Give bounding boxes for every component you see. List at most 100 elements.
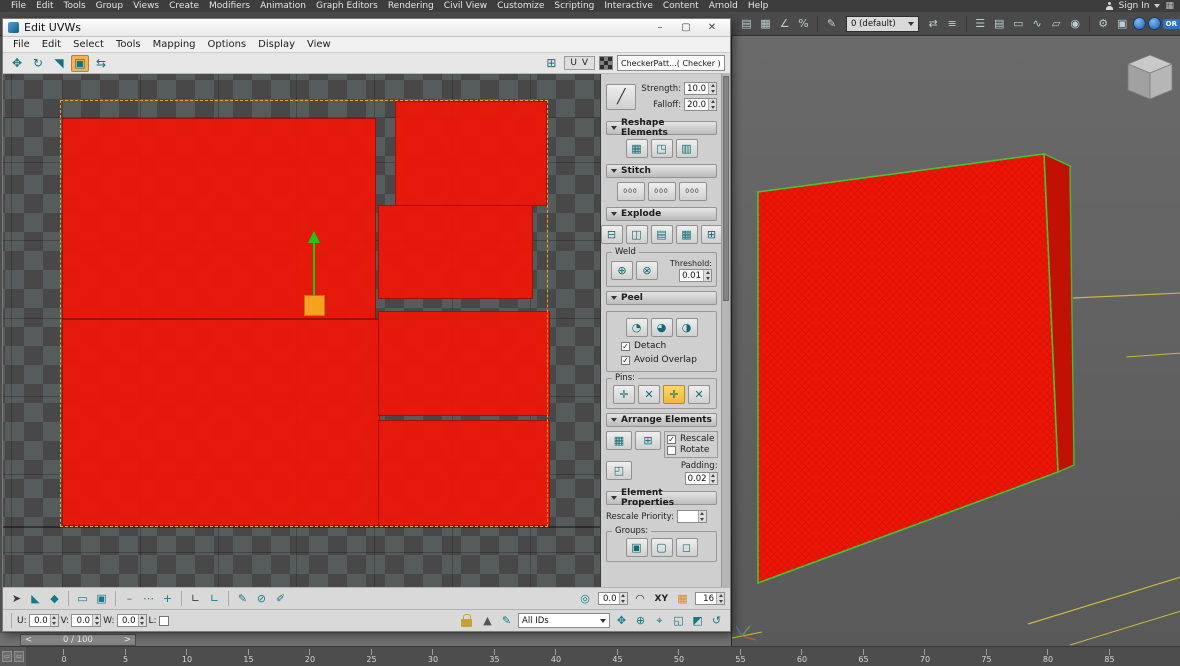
dialog-menu-item[interactable]: File [7,39,36,50]
named-selection-set-dropdown[interactable]: 0 (default) [846,15,919,32]
workspace-icon[interactable]: ▦ [1165,1,1174,11]
main-menu-item[interactable]: Edit [31,1,58,11]
render-setup-icon[interactable]: ⚙ [1095,15,1112,32]
time-slider[interactable]: < 0 / 100 > [20,634,136,646]
sign-in-button[interactable]: Sign In [1119,1,1150,11]
main-menu-item[interactable]: Tools [59,1,91,11]
align-icon[interactable]: ≡ [944,15,961,32]
flatten-by-angle-icon[interactable]: ▤ [650,225,673,244]
main-menu-item[interactable]: Graph Editors [311,1,383,11]
minimize-button[interactable]: – [647,20,673,36]
dialog-titlebar[interactable]: Edit UVWs – ▢ ✕ [3,19,730,37]
padding-spinner[interactable]: 0.02 [684,472,718,485]
select-group-icon[interactable]: ◻ [675,538,698,557]
ribbon-icon[interactable]: ▭ [1010,15,1027,32]
grid-snap-icon[interactable]: ▦ [674,591,691,607]
dialog-menu-item[interactable]: Select [67,39,110,50]
pixel-snap-icon[interactable]: ⊞ [542,55,560,72]
move-tool-icon[interactable]: ✥ [8,55,26,72]
rollout-stitch[interactable]: Stitch [606,164,717,178]
zoom-selected-icon[interactable]: ◩ [689,613,706,629]
move-gizmo-axis[interactable] [313,243,315,296]
schematic-view-icon[interactable]: ▱ [1048,15,1065,32]
flatten-mapping-icon[interactable]: ▦ [675,225,698,244]
main-menu-item[interactable]: File [6,1,31,11]
viewcube[interactable] [1126,54,1174,100]
dialog-menu-item[interactable]: Edit [36,39,67,50]
zoom-region-icon[interactable]: ⌖ [651,613,668,629]
main-menu-item[interactable]: Arnold [704,1,743,11]
mirror-icon[interactable]: ⇄ [925,15,942,32]
snaps-toggle-icon[interactable]: ▦ [757,15,774,32]
relax-tool-icon[interactable]: ◳ [650,139,673,158]
move-gizmo-arrow-icon[interactable] [308,231,320,243]
detach-edge-verts-icon[interactable]: ◫ [625,225,648,244]
rotate-angle-spinner[interactable]: 0.0 [597,592,628,605]
or-badge-icon[interactable]: OR [1162,18,1180,29]
grid-size-spinner[interactable]: 16 [695,592,725,605]
next-frame-icon[interactable]: > [124,635,131,645]
break-icon[interactable]: ⊟ [601,225,623,244]
edge-distance-icon[interactable]: ▭ [74,591,91,607]
falloff-spinner[interactable]: 20.0 [684,98,717,111]
paint-dots-icon[interactable]: ⋯ [140,591,157,607]
uv-island-right-3[interactable] [378,311,550,416]
close-button[interactable]: ✕ [699,20,725,36]
pack-padding-icon[interactable]: ◰ [606,461,632,480]
v-spinner[interactable]: 0.0 [71,614,102,627]
straighten-selection-icon[interactable]: ▥ [675,139,698,158]
render-production-icon[interactable] [1132,17,1146,30]
texture-dropdown[interactable]: CheckerPatt...( Checker ) [617,55,725,71]
pan-icon[interactable]: ✥ [613,613,630,629]
dialog-menu-item[interactable]: Mapping [147,39,202,50]
timeline-ruler[interactable]: 0 5 10 15 20 25 30 35 40 45 50 55 60 65 70 75 80 85 [0,646,1180,666]
freeform-gizmo-handle[interactable] [304,295,325,316]
rescale-checkbox[interactable] [667,434,676,444]
main-menu-item[interactable]: Rendering [383,1,439,11]
select-arrow-icon[interactable]: ➤ [8,591,25,607]
w-spinner[interactable]: 0.0 [116,614,147,627]
element-mode-icon[interactable]: ▣ [93,591,110,607]
pack-full-icon[interactable]: ⊞ [635,431,661,450]
threshold-spinner[interactable]: 0.01 [679,269,712,282]
zoom-extents-icon[interactable]: ◱ [670,613,687,629]
layer-explorer-icon[interactable]: ▤ [991,15,1008,32]
scrollbar-thumb[interactable] [723,76,729,301]
scale-tool-icon[interactable]: ◥ [50,55,68,72]
align-corner-icon[interactable]: ∟ [187,591,204,607]
pin-tool-icon[interactable]: ✛ [613,385,635,404]
zoom-icon[interactable]: ⊕ [632,613,649,629]
lock-selection-icon[interactable] [461,614,472,627]
rendered-frame-icon[interactable]: ▣ [1114,15,1131,32]
revert-zoom-icon[interactable]: ↺ [708,613,725,629]
render-iterative-icon[interactable] [1147,17,1161,30]
scene-explorer-icon[interactable]: ☰ [972,15,989,32]
peel-mode-icon[interactable]: ◕ [650,318,673,337]
mirror-tool-icon[interactable]: ⇆ [92,55,110,72]
pack-normalize-icon[interactable]: ▦ [606,431,632,450]
group-selected-icon[interactable]: ▣ [625,538,648,557]
material-editor-icon[interactable]: ◉ [1067,15,1084,32]
lscm-interactive-icon[interactable]: ◑ [675,318,698,337]
target-weld-icon[interactable]: ⊗ [636,261,658,280]
key-mode-mini-icon[interactable]: ▭ [14,651,24,662]
main-menu-item[interactable]: Customize [492,1,549,11]
paint-options-icon[interactable]: ✐ [272,591,289,607]
rollout-element-properties[interactable]: Element Properties [606,488,717,508]
weld-selected-icon[interactable]: ⊕ [611,261,633,280]
rollout-reshape-elements[interactable]: Reshape Elements [606,118,717,138]
rollout-peel[interactable]: Peel [606,291,717,305]
uv-island-main-bottom[interactable] [62,319,380,526]
paint-select-icon[interactable]: ✎ [498,613,515,629]
percent-snap-icon[interactable]: % [795,15,812,32]
dialog-menu-item[interactable]: Tools [110,39,147,50]
rollout-arrange-elements[interactable]: Arrange Elements [606,413,717,427]
detach-checkbox[interactable] [621,341,630,351]
rotate-gizmo-icon[interactable]: ◎ [577,591,594,607]
strength-spinner[interactable]: 10.0 [684,82,717,95]
prev-frame-icon[interactable]: < [25,635,32,645]
rotate-checkbox[interactable] [667,445,676,455]
selection-filter-icon[interactable]: ▤ [738,15,755,32]
material-id-dropdown[interactable]: All IDs [518,613,610,628]
stitch-average-icon[interactable]: 000 [647,182,676,201]
